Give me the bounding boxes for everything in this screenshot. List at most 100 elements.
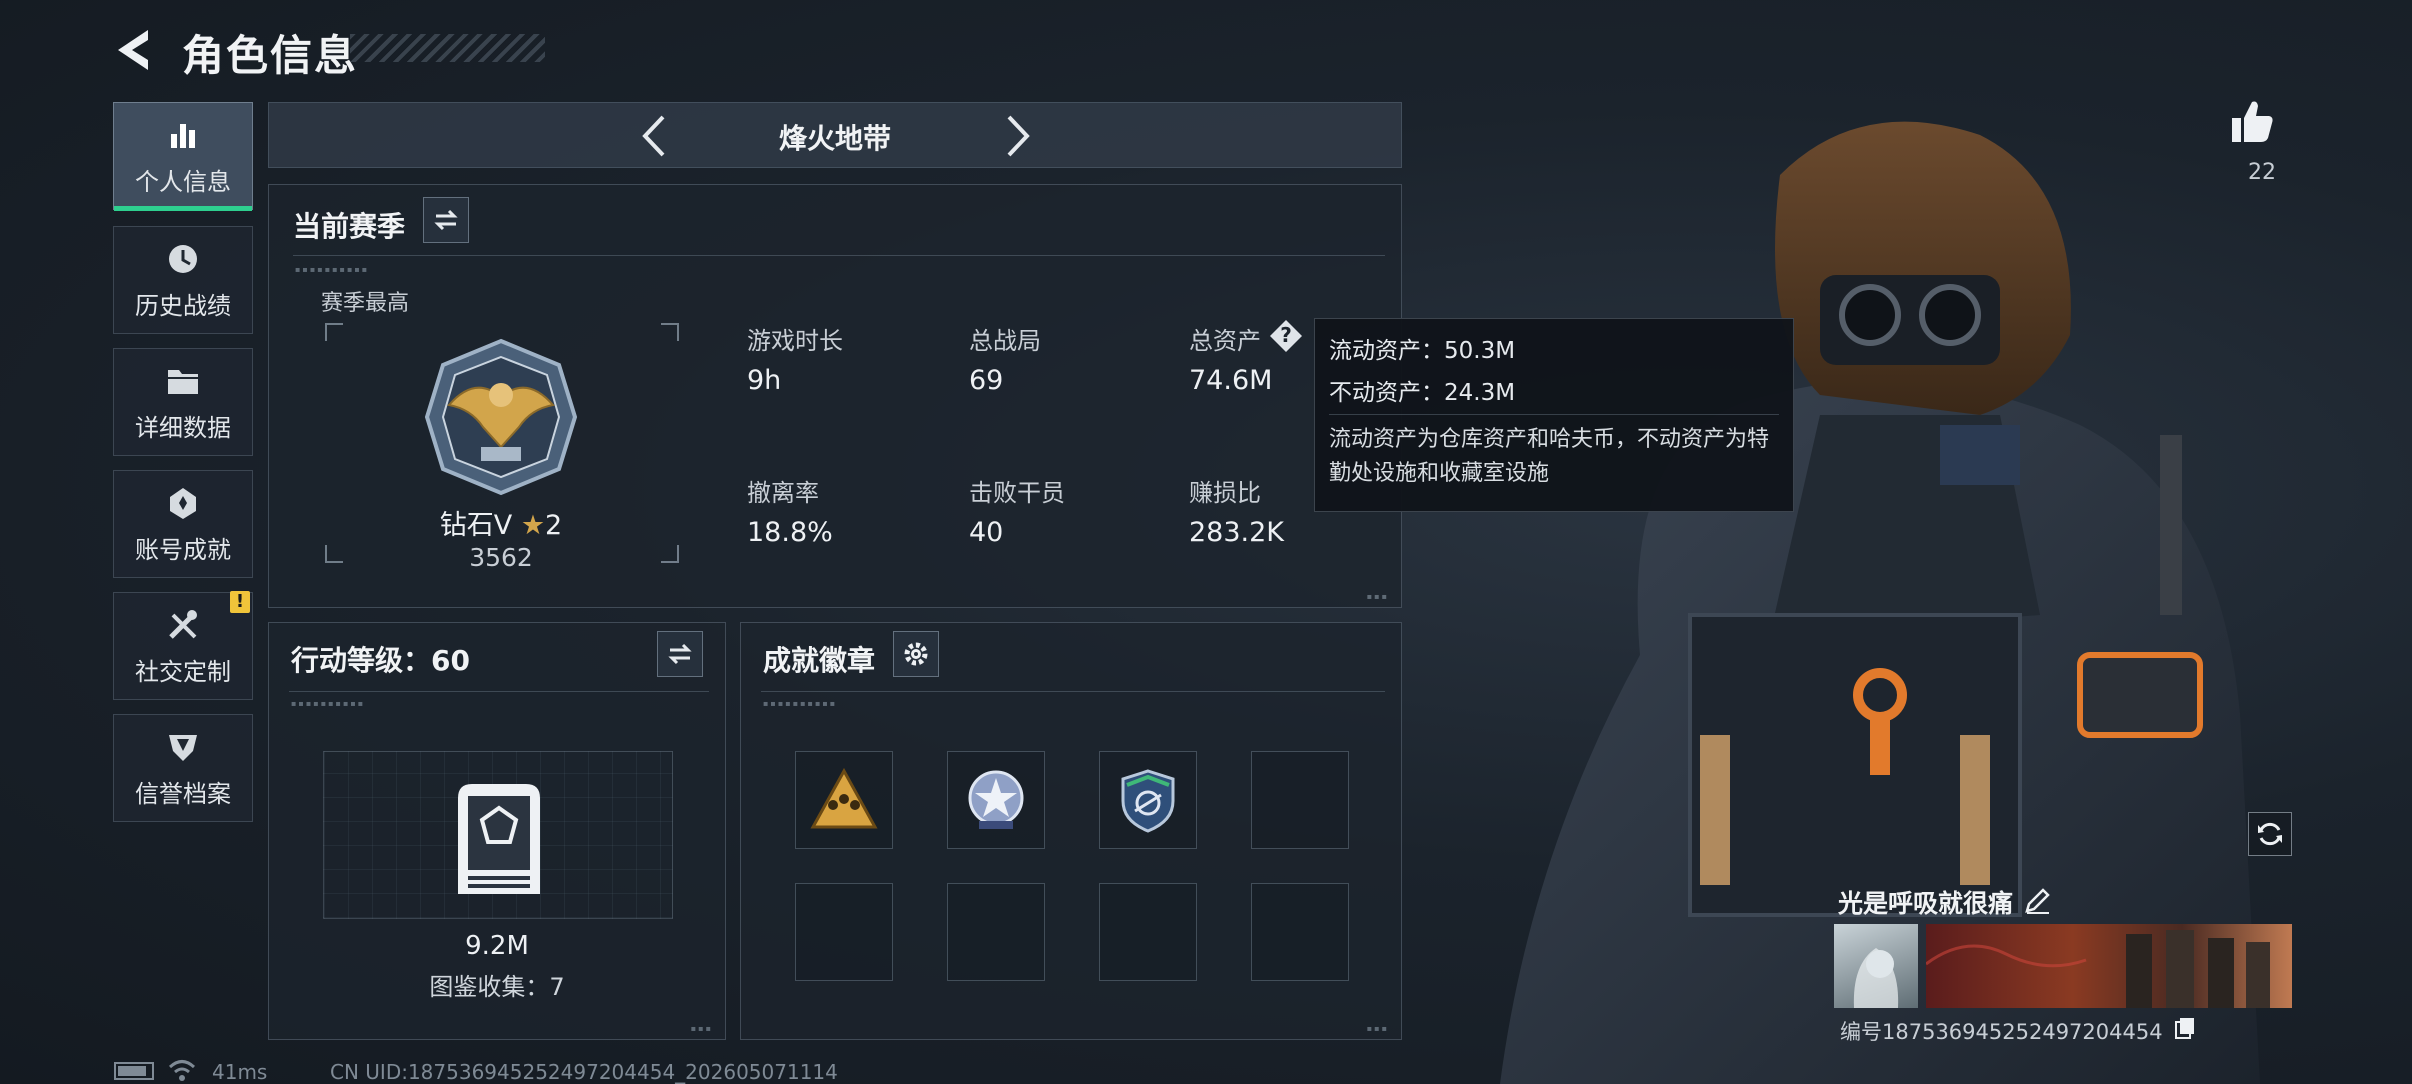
uid-text: CN UID:1875369452524972044​54_2026050711… [330, 1060, 838, 1084]
sidebar-item-credit[interactable]: 信誉档案 [113, 714, 253, 822]
action-switch-button[interactable] [657, 631, 703, 677]
sidebar-item-label: 历史战绩 [135, 291, 231, 320]
history-clock-icon [164, 240, 202, 278]
rank-emblem-icon [424, 338, 578, 496]
thumbs-up-icon [2232, 101, 2273, 142]
gear-icon [904, 642, 928, 666]
sidebar-item-label: 详细数据 [135, 413, 231, 442]
sidebar-item-label: 账号成就 [135, 535, 231, 564]
mode-title: 烽火地带 [778, 122, 891, 155]
avatar[interactable] [1834, 924, 1918, 1008]
title-decoration [350, 34, 545, 62]
decoration-dots: ▪▪▪▪▪▪▪▪▪▪ [295, 265, 370, 274]
ping-text: 41ms [212, 1060, 268, 1084]
swap-icon [434, 209, 458, 231]
badge-panel-title: 成就徽章 [763, 644, 876, 677]
sidebar-item-history[interactable]: 历史战绩 [113, 226, 253, 334]
decoration-dots: ▪▪▪ [1366, 592, 1389, 601]
pencil-icon [2025, 888, 2050, 914]
page-title: 角色信息 [182, 31, 359, 80]
edit-name-button[interactable] [2022, 886, 2052, 916]
collection-cabinet-icon [458, 784, 540, 894]
tooltip-description: 流动资产为仓库资产和哈夫币，不动资产为特勤处设施和收藏室设施 [1329, 427, 1770, 486]
next-mode-button[interactable] [991, 111, 1041, 161]
credit-shield-icon [164, 728, 202, 766]
assets-help-button[interactable]: ? [1269, 319, 1303, 353]
copy-id-button[interactable] [2174, 1016, 2196, 1040]
badge-slot-empty[interactable] [1251, 883, 1349, 981]
squad-badge-icon [810, 767, 878, 829]
wifi-icon [168, 1060, 196, 1081]
sidebar-item-label: 信誉档案 [135, 779, 231, 808]
badge-slot-empty[interactable] [795, 883, 893, 981]
avatar-portrait-icon [1853, 948, 1899, 1008]
frame-corner [325, 545, 343, 563]
badge-slot-empty[interactable] [947, 883, 1045, 981]
stat-value-playtime: 9h [747, 365, 782, 396]
badge-slot-empty[interactable] [1251, 751, 1349, 849]
action-divider [289, 691, 709, 692]
player-id: 编号1875369452524972044​54 [1840, 1020, 2163, 1044]
frame-corner [325, 323, 343, 341]
rank-star-icon: ★ [520, 510, 546, 541]
sidebar-item-social[interactable]: 社交定制 ! [113, 591, 253, 700]
sidebar-item-details[interactable]: 详细数据 [113, 348, 253, 456]
action-level-title: 行动等级：60 [291, 644, 470, 677]
shield-wing-badge-icon [1121, 769, 1175, 833]
folder-icon [164, 362, 202, 400]
collection-preview[interactable] [323, 751, 673, 919]
tooltip-liquid-assets: 流动资产：50.3M [1329, 338, 1516, 364]
collection-value: 9.2M [465, 931, 529, 961]
swap-icon [668, 643, 692, 665]
rank-name-row: 钻石V ★2 [365, 503, 637, 542]
tools-icon [164, 606, 202, 644]
badge-divider [761, 691, 1385, 692]
stat-value-extract-rate: 18.8% [747, 517, 833, 548]
badge-slot[interactable] [947, 751, 1045, 849]
collection-count: 图鉴收集：7 [429, 973, 565, 1001]
badge-slot[interactable] [795, 751, 893, 849]
star-wheel-badge-icon [968, 770, 1024, 829]
badge-slot[interactable] [1099, 751, 1197, 849]
rank-stars: 2 [545, 510, 563, 541]
sidebar-item-label: 个人信息 [135, 167, 231, 196]
stat-value-matches: 69 [969, 365, 1004, 396]
warning-badge: ! [230, 591, 250, 613]
refresh-icon [2258, 822, 2282, 846]
squad-banner-image [1926, 930, 2270, 1008]
profile-banner[interactable] [1926, 924, 2292, 1008]
sidebar-item-personal-info[interactable]: 个人信息 [113, 102, 253, 211]
decoration-dots: ▪▪▪▪▪▪▪▪▪▪ [763, 699, 838, 708]
back-button[interactable] [112, 26, 160, 74]
frame-corner [661, 323, 679, 341]
frame-corner [661, 545, 679, 563]
assets-tooltip: 流动资产：50.3M 不动资产：24.3M 流动资产为仓库资产和哈夫币，不动资产… [1314, 318, 1794, 512]
season-divider [293, 255, 1385, 256]
decoration-dots: ▪▪▪▪▪▪▪▪▪▪ [291, 699, 366, 708]
achievement-badge-panel: 成就徽章 ▪▪▪▪▪▪▪▪▪▪ ▪▪▪ [740, 622, 1402, 1040]
player-nickname: 光是呼吸就很痛 [1838, 889, 2014, 918]
decoration-dots: ▪▪▪ [690, 1024, 713, 1033]
like-count: 22 [2248, 160, 2276, 185]
action-level-panel: 行动等级：60 ▪▪▪▪▪▪▪▪▪▪ 9.2M 图鉴收集：7 ▪▪▪ [268, 622, 726, 1040]
stat-value-profit-ratio: 283.2K [1189, 517, 1285, 548]
stat-value-kills: 40 [969, 517, 1004, 548]
stat-label-extract-rate: 撤离率 [747, 479, 819, 507]
rank-score: 3562 [469, 543, 533, 572]
mode-selector: 烽火地带 [268, 102, 1402, 168]
like-button[interactable] [2230, 98, 2274, 144]
rotate-model-button[interactable] [2248, 812, 2292, 856]
decoration-dots: ▪▪▪ [1366, 1024, 1389, 1033]
tooltip-divider [1329, 414, 1779, 415]
rank-name: 钻石V [439, 510, 513, 541]
season-title: 当前赛季 [293, 210, 406, 243]
stat-label-playtime: 游戏时长 [747, 327, 843, 355]
bar-chart-icon [164, 116, 202, 154]
badge-settings-button[interactable] [893, 631, 939, 677]
season-switch-button[interactable] [423, 197, 469, 243]
achievement-icon [164, 484, 202, 522]
sidebar-item-achievements[interactable]: 账号成就 [113, 470, 253, 578]
tooltip-fixed-assets: 不动资产：24.3M [1329, 380, 1516, 406]
badge-slot-empty[interactable] [1099, 883, 1197, 981]
copy-icon [2175, 1018, 2194, 1039]
